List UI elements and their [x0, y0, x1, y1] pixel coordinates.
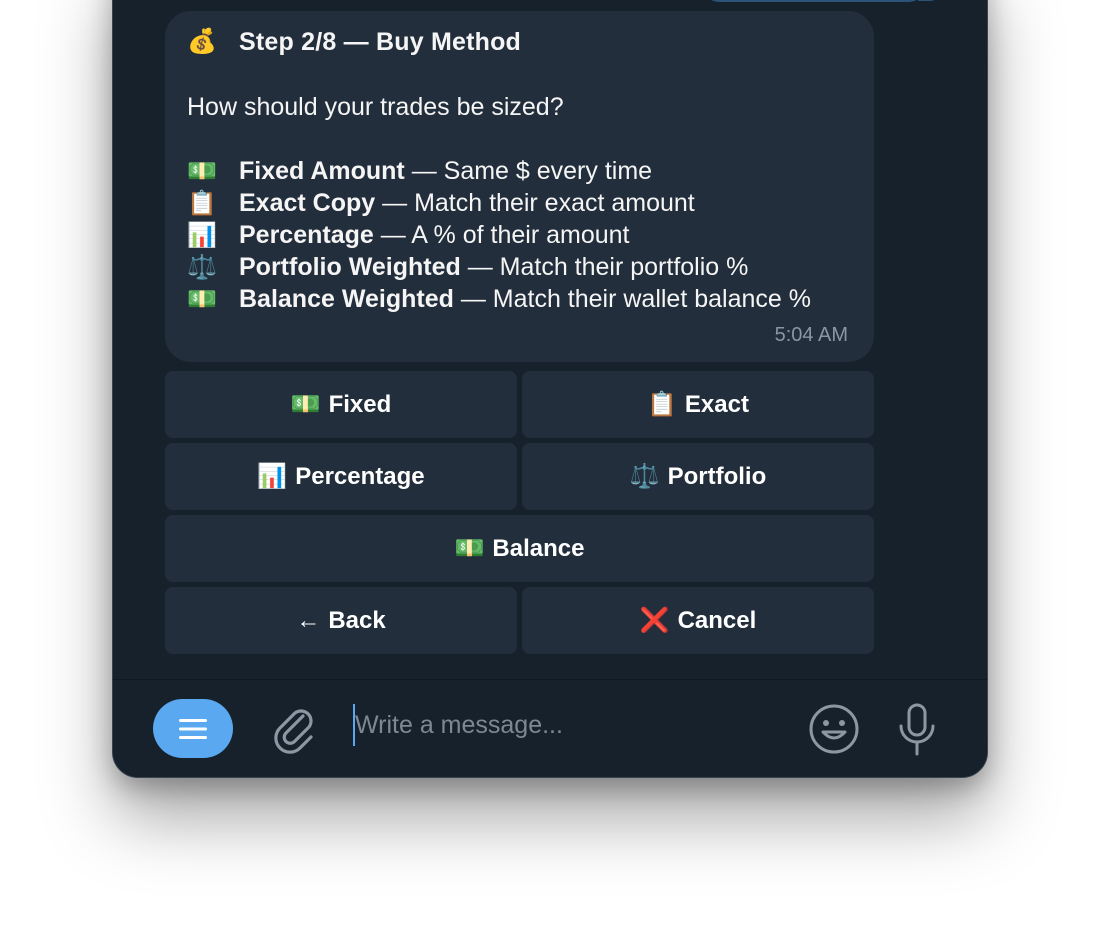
smiley-icon [809, 704, 859, 754]
scales-icon: ⚖️ [187, 254, 217, 281]
option-name: Balance Weighted [239, 285, 454, 313]
button-label: Exact [684, 390, 749, 418]
button-label: Portfolio [667, 462, 767, 490]
money-bag-icon: 💰 [187, 28, 217, 55]
option-desc: — Same $ every time [404, 157, 653, 185]
emoji-button[interactable] [808, 703, 860, 755]
option-desc: — A % of their amount [373, 221, 630, 249]
message-title: Step 2/8 — Buy Method [239, 28, 522, 56]
option-line-fixed: 💵 Fixed Amount — Same $ every time [187, 157, 652, 186]
option-line-portfolio: ⚖️ Portfolio Weighted — Match their portf… [187, 253, 748, 282]
message-input[interactable] [353, 704, 787, 746]
microphone-icon [899, 703, 935, 756]
banknote-icon: 💵 [454, 535, 485, 562]
option-desc: — Match their portfolio % [460, 253, 749, 281]
cancel-button[interactable]: ❌ Cancel [522, 587, 874, 654]
button-label: Back [328, 606, 386, 634]
scales-icon: ⚖️ [629, 463, 660, 490]
option-name: Percentage [239, 221, 374, 249]
button-label: Cancel [677, 606, 757, 634]
option-line-percentage: 📊 Percentage — A % of their amount [187, 221, 630, 250]
message-composer [113, 680, 987, 777]
button-label: Percentage [295, 462, 425, 490]
back-button[interactable]: ← Back [165, 587, 517, 654]
bot-message-bubble: 💰 Step 2/8 — Buy Method How should your … [165, 11, 874, 362]
option-name: Fixed Amount [239, 157, 405, 185]
option-name: Exact Copy [239, 189, 376, 217]
paperclip-icon [274, 709, 313, 754]
banknote-icon: 💵 [187, 286, 217, 313]
option-line-exact: 📋 Exact Copy — Match their exact amount [187, 189, 695, 218]
exact-button[interactable]: 📋 Exact [522, 371, 874, 438]
clipboard-icon: 📋 [187, 190, 217, 217]
banknote-icon: 💵 [187, 158, 217, 185]
menu-icon [179, 718, 207, 739]
previous-message-tail [918, 0, 940, 1]
banknote-icon: 💵 [290, 391, 321, 418]
portfolio-button[interactable]: ⚖️ Portfolio [522, 443, 874, 510]
option-name: Portfolio Weighted [239, 253, 461, 281]
previous-outgoing-message [703, 0, 925, 2]
bar-chart-icon: 📊 [187, 222, 217, 249]
option-desc: — Match their exact amount [375, 189, 695, 217]
message-question: How should your trades be sized? [187, 93, 564, 121]
voice-message-button[interactable] [897, 702, 937, 758]
attach-button[interactable] [270, 702, 320, 754]
balance-button[interactable]: 💵 Balance [165, 515, 874, 582]
option-desc: — Match their wallet balance % [453, 285, 811, 313]
bar-chart-icon: 📊 [257, 463, 288, 490]
cross-mark-icon: ❌ [639, 607, 670, 634]
chat-window: 💰 Step 2/8 — Buy Method How should your … [112, 0, 988, 778]
fixed-button[interactable]: 💵 Fixed [165, 371, 517, 438]
clipboard-icon: 📋 [647, 391, 677, 418]
arrow-left-icon: ← [296, 606, 321, 634]
message-timestamp: 5:04 AM [774, 324, 848, 346]
bot-menu-button[interactable] [153, 699, 233, 758]
button-label: Balance [492, 534, 585, 562]
percentage-button[interactable]: 📊 Percentage [165, 443, 517, 510]
option-line-balance: 💵 Balance Weighted — Match their wallet b… [187, 285, 811, 314]
button-label: Fixed [328, 390, 392, 418]
